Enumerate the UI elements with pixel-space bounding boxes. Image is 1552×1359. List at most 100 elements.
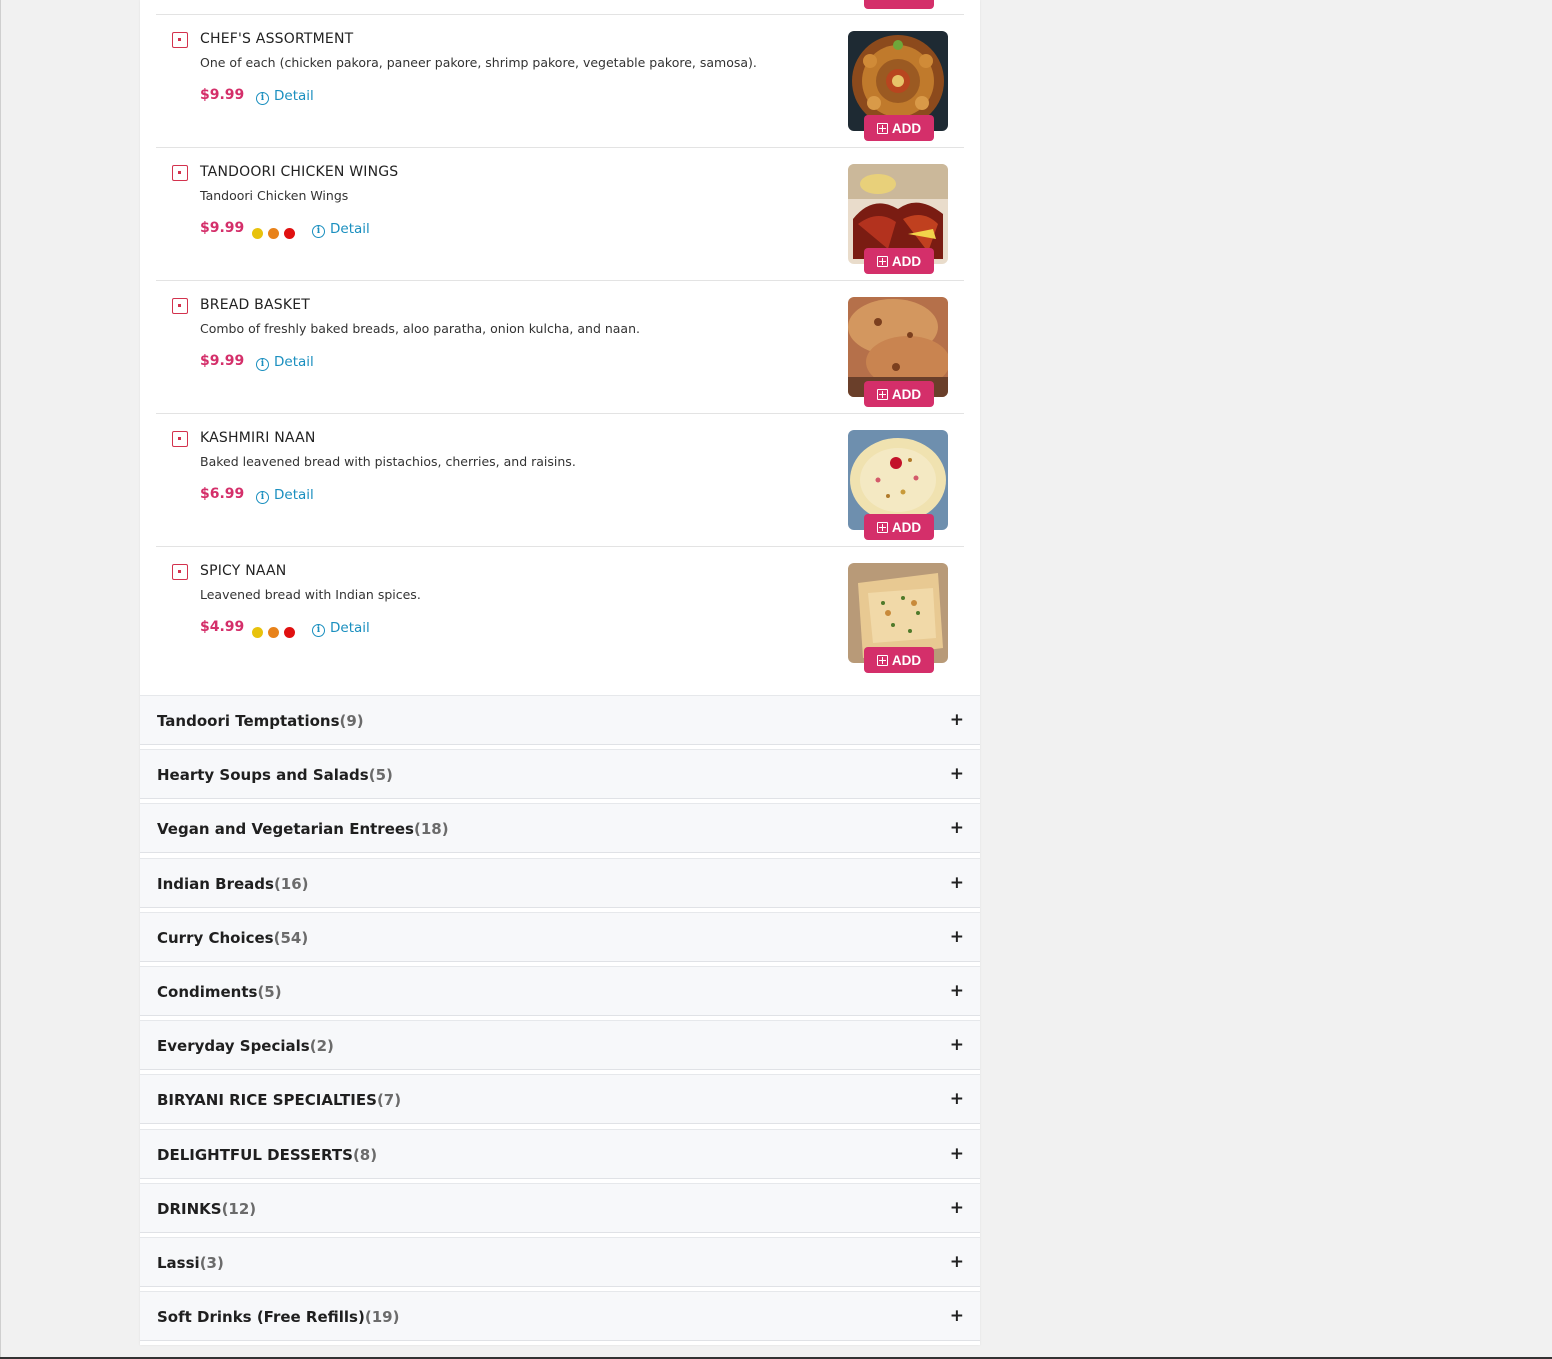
add-button[interactable]: ADD	[864, 115, 934, 141]
category-header-lassi[interactable]: Lassi(3) +	[140, 1236, 980, 1287]
category-count: (12)	[221, 1199, 257, 1218]
add-button[interactable]: ADD	[864, 647, 934, 673]
category-name: Vegan and Vegetarian Entrees	[157, 820, 414, 839]
category-count: (5)	[257, 982, 282, 1001]
item-description: Baked leavened bread with pistachios, ch…	[200, 454, 576, 469]
category-name: Curry Choices	[157, 928, 274, 947]
category-header-indian-breads[interactable]: Indian Breads(16) +	[140, 857, 980, 908]
add-button[interactable]: ADD	[864, 248, 934, 274]
category-name: Condiments	[157, 982, 258, 1001]
detail-link[interactable]: i Detail	[256, 354, 314, 371]
item-name: SPICY NAAN	[200, 563, 287, 579]
category-name: Lassi	[157, 1253, 200, 1272]
item-price: $9.99	[200, 220, 245, 236]
category-header-everyday-specials[interactable]: Everyday Specials(2) +	[140, 1020, 980, 1071]
detail-label: Detail	[330, 221, 370, 237]
detail-label: Detail	[274, 354, 314, 370]
category-name: DRINKS	[157, 1199, 222, 1218]
item-description: One of each (chicken pakora, paneer pako…	[200, 55, 757, 70]
expand-icon: +	[949, 1251, 964, 1272]
add-label: ADD	[891, 519, 922, 535]
item-price: $4.99	[200, 619, 245, 635]
item-name: BREAD BASKET	[200, 297, 311, 313]
spice-medium-icon	[268, 627, 279, 638]
add-label: ADD	[891, 120, 922, 136]
category-name: Soft Drinks (Free Refills)	[157, 1308, 365, 1327]
add-label: ADD	[891, 253, 922, 269]
category-count: (3)	[199, 1253, 224, 1272]
category-header-drinks[interactable]: DRINKS(12) +	[140, 1182, 980, 1233]
category-header-tandoori-temptations[interactable]: Tandoori Temptations(9) +	[140, 695, 980, 745]
detail-link[interactable]: i Detail	[312, 221, 370, 238]
add-button-partial[interactable]	[864, 0, 934, 9]
plus-square-icon	[876, 654, 888, 666]
plus-square-icon	[876, 388, 888, 400]
item-name: CHEF'S ASSORTMENT	[200, 31, 354, 47]
veg-indicator-icon	[172, 564, 188, 580]
item-price: $9.99	[200, 353, 245, 369]
expand-icon: +	[949, 1143, 964, 1164]
item-description: Leavened bread with Indian spices.	[200, 587, 421, 602]
expand-icon: +	[949, 1306, 964, 1327]
category-count: (7)	[376, 1091, 402, 1110]
plus-square-icon	[876, 521, 888, 533]
veg-indicator-icon	[172, 431, 188, 447]
detail-label: Detail	[274, 88, 314, 104]
info-icon: i	[312, 225, 325, 238]
category-count: (54)	[273, 928, 309, 947]
add-button[interactable]: ADD	[864, 514, 934, 540]
spice-hot-icon	[284, 228, 295, 239]
info-icon: i	[256, 358, 269, 371]
category-header-hearty-soups-and-salads[interactable]: Hearty Soups and Salads(5) +	[140, 749, 980, 800]
menu-panel: CHEF'S ASSORTMENT One of each (chicken p…	[140, 0, 980, 1345]
expand-icon: +	[949, 980, 964, 1001]
expand-icon: +	[949, 764, 964, 785]
plus-square-icon	[876, 122, 888, 134]
plus-square-icon	[876, 255, 888, 267]
category-count: (9)	[339, 712, 364, 730]
expand-icon: +	[949, 926, 964, 947]
expand-icon: +	[949, 872, 964, 893]
detail-link[interactable]: i Detail	[256, 487, 314, 504]
category-count: (19)	[364, 1308, 400, 1327]
expand-icon: +	[949, 1197, 964, 1218]
category-header-condiments[interactable]: Condiments(5) +	[140, 965, 980, 1016]
category-header-biryani-rice-specialties[interactable]: BIRYANI RICE SPECIALTIES(7) +	[140, 1074, 980, 1125]
spice-mild-icon	[252, 627, 263, 638]
detail-link[interactable]: i Detail	[256, 88, 314, 105]
category-name: Hearty Soups and Salads	[157, 766, 369, 785]
spice-hot-icon	[284, 627, 295, 638]
item-price: $6.99	[200, 486, 245, 502]
category-name: Indian Breads	[157, 874, 274, 893]
detail-link[interactable]: i Detail	[312, 620, 370, 637]
category-header-vegan-and-vegetarian-entrees[interactable]: Vegan and Vegetarian Entrees(18) +	[140, 803, 980, 854]
menu-items-list: CHEF'S ASSORTMENT One of each (chicken p…	[140, 0, 980, 695]
menu-item: SPICY NAAN Leavened bread with Indian sp…	[156, 547, 964, 680]
info-icon: i	[256, 491, 269, 504]
add-button[interactable]: ADD	[864, 381, 934, 407]
menu-item: CHEF'S ASSORTMENT One of each (chicken p…	[156, 15, 964, 148]
info-icon: i	[256, 92, 269, 105]
page-left-edge	[0, 0, 1, 1359]
menu-item: KASHMIRI NAAN Baked leavened bread with …	[156, 414, 964, 547]
category-name: BIRYANI RICE SPECIALTIES	[157, 1091, 377, 1110]
detail-label: Detail	[274, 487, 314, 503]
add-label: ADD	[891, 652, 922, 668]
item-name: TANDOORI CHICKEN WINGS	[200, 164, 399, 180]
expand-icon: +	[949, 1035, 964, 1056]
category-header-soft-drinks[interactable]: Soft Drinks (Free Refills)(19) +	[140, 1291, 980, 1342]
item-description: Tandoori Chicken Wings	[200, 188, 349, 203]
detail-label: Detail	[330, 620, 370, 636]
category-header-delightful-desserts[interactable]: DELIGHTFUL DESSERTS(8) +	[140, 1128, 980, 1179]
category-name: Everyday Specials	[157, 1037, 310, 1056]
category-name: Tandoori Temptations	[157, 712, 340, 730]
menu-item: TANDOORI CHICKEN WINGS Tandoori Chicken …	[156, 148, 964, 281]
veg-indicator-icon	[172, 298, 188, 314]
category-name: DELIGHTFUL DESSERTS	[157, 1145, 353, 1164]
spice-level	[252, 224, 300, 239]
expand-icon: +	[949, 818, 964, 839]
expand-icon: +	[949, 710, 964, 730]
spice-mild-icon	[252, 228, 263, 239]
category-header-curry-choices[interactable]: Curry Choices(54) +	[140, 911, 980, 962]
category-count: (8)	[352, 1145, 378, 1164]
